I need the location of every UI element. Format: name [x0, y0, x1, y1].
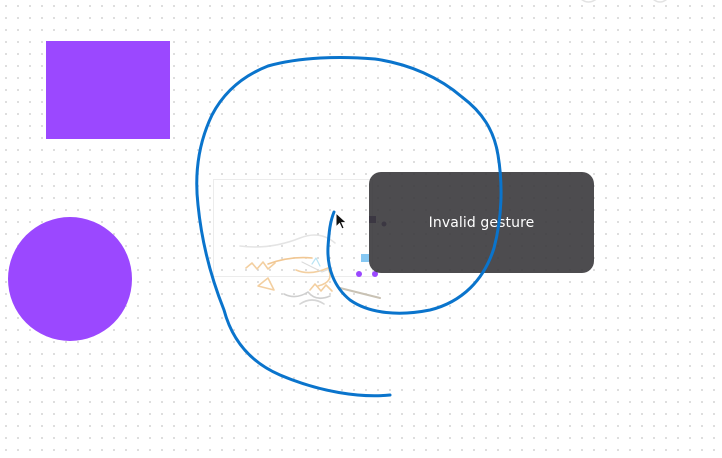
gesture-toast: Invalid gesture: [369, 172, 594, 273]
sketch-line-tan: [339, 287, 381, 299]
faded-sketch-frame: [213, 179, 373, 277]
drawing-canvas[interactable]: Invalid gesture: [0, 0, 722, 458]
offscreen-controls: [581, 0, 667, 3]
sketch-scribble-grey-1: [283, 291, 331, 300]
offscreen-arc-left: [581, 0, 597, 3]
toast-message: Invalid gesture: [428, 214, 535, 231]
sketch-scribble-orange-2: [309, 283, 333, 292]
sketch-scribble-grey-2: [299, 299, 325, 305]
offscreen-arc-right: [653, 0, 667, 3]
purple-square-shape[interactable]: [46, 41, 170, 139]
purple-circle-shape[interactable]: [8, 217, 132, 341]
sketch-triangle-orange: [257, 277, 275, 291]
mouse-pointer-icon: [335, 212, 348, 230]
